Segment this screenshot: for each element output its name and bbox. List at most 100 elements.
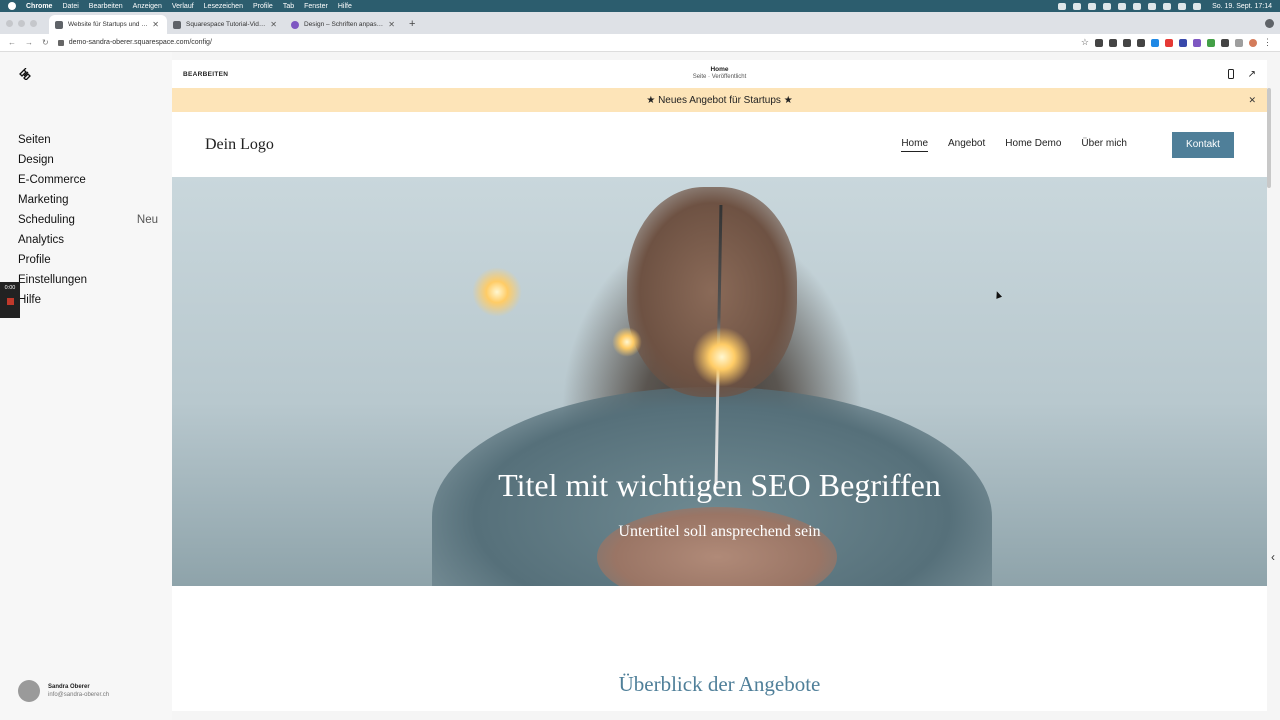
hero-subtitle[interactable]: Untertitel soll ansprechend sein	[172, 523, 1267, 541]
sidebar-nav: Seiten Design E-Commerce Marketing Sched…	[18, 130, 158, 310]
macos-menubar: Chrome Datei Bearbeiten Anzeigen Verlauf…	[0, 0, 1280, 12]
recorder-time: 0:00	[4, 285, 16, 291]
kontakt-button[interactable]: Kontakt	[1172, 131, 1234, 158]
squarespace-logo-icon[interactable]	[18, 68, 32, 80]
gear-icon[interactable]	[1118, 2, 1127, 10]
back-icon[interactable]: ←	[8, 38, 16, 47]
menu-item-profile[interactable]: Profile	[253, 3, 273, 10]
site-header: Dein Logo Home Angebot Home Demo Über mi…	[172, 112, 1267, 177]
extension-icon[interactable]	[1221, 38, 1229, 47]
spark-glow	[472, 267, 522, 317]
sidebar-item-label: Seiten	[18, 134, 51, 146]
extension-icon[interactable]	[1137, 38, 1145, 47]
extension-icon[interactable]	[1123, 38, 1131, 47]
extension-toolbar: ☆ ⋮	[1081, 37, 1272, 48]
apple-icon[interactable]	[8, 2, 16, 10]
menu-item-hilfe[interactable]: Hilfe	[338, 3, 352, 10]
browser-tab-1[interactable]: Website für Startups und KMU ✕	[49, 15, 167, 34]
nav-link-angebot[interactable]: Angebot	[948, 138, 985, 151]
extension-icon[interactable]	[1165, 38, 1173, 47]
reload-icon[interactable]: ↻	[42, 38, 49, 47]
nav-link-home-demo[interactable]: Home Demo	[1005, 138, 1061, 151]
offers-section: Überblick der Angebote	[172, 586, 1267, 711]
stop-record-button[interactable]	[6, 298, 14, 305]
hero-section[interactable]: Titel mit wichtigen SEO Begriffen Untert…	[172, 177, 1267, 586]
menu-app-name[interactable]: Chrome	[26, 3, 52, 10]
new-badge: Neu	[136, 214, 158, 226]
menu-item-tab[interactable]: Tab	[283, 3, 294, 10]
scrollbar[interactable]	[1267, 88, 1271, 188]
extension-icon[interactable]	[1109, 38, 1117, 47]
nav-link-home[interactable]: Home	[901, 138, 929, 152]
user-email: info@sandra-oberer.ch	[48, 692, 110, 698]
announcement-bar[interactable]: ★ Neues Angebot für Startups ★ ✕	[172, 88, 1267, 112]
puzzle-icon[interactable]	[1235, 38, 1243, 47]
mouse-cursor-icon	[993, 290, 1003, 299]
browser-tab-3[interactable]: Design – Schriften anpassen ✕	[285, 15, 403, 34]
sidebar-item-einstellungen[interactable]: Einstellungen	[18, 270, 158, 290]
menu-item-fenster[interactable]: Fenster	[304, 3, 328, 10]
sidebar-item-label: Einstellungen	[18, 274, 88, 286]
menubar-clock[interactable]: So. 19. Sept. 17:14	[1212, 3, 1272, 10]
squarespace-icon	[173, 20, 181, 29]
dropbox-icon[interactable]	[1103, 2, 1112, 10]
sidebar-item-label: Design	[18, 154, 54, 166]
close-icon[interactable]: ✕	[152, 20, 159, 29]
close-icon[interactable]: ✕	[270, 20, 277, 29]
bluetooth-icon[interactable]	[1163, 2, 1172, 10]
extension-icon[interactable]	[1179, 38, 1187, 47]
section-title[interactable]: Überblick der Angebote	[172, 672, 1267, 697]
user-name: Sandra Oberer	[48, 684, 90, 690]
sidebar-item-design[interactable]: Design	[18, 150, 158, 170]
hero-title[interactable]: Titel mit wichtigen SEO Begriffen	[172, 467, 1267, 504]
browser-tabbar: Website für Startups und KMU ✕ Squarespa…	[0, 12, 1280, 34]
extension-icon[interactable]	[1207, 38, 1215, 47]
extension-icon[interactable]	[1095, 38, 1103, 47]
more-menu-icon[interactable]: ⋮	[1263, 37, 1272, 48]
sidebar-item-label: Marketing	[18, 194, 69, 206]
battery-icon[interactable]	[1133, 2, 1142, 10]
close-icon[interactable]: ✕	[388, 20, 395, 29]
tab-search-icon[interactable]	[1265, 18, 1274, 28]
volume-icon[interactable]	[1148, 2, 1157, 10]
sidebar-item-ecommerce[interactable]: E-Commerce	[18, 170, 158, 190]
new-tab-icon[interactable]: +	[409, 15, 415, 34]
page-info: Home Seite · Veröffentlicht	[172, 66, 1267, 80]
squarespace-sidebar: Seiten Design E-Commerce Marketing Sched…	[0, 52, 172, 720]
minimize-window-button[interactable]	[18, 19, 25, 27]
menu-item-bearbeiten[interactable]: Bearbeiten	[89, 3, 123, 10]
user-profile[interactable]: Sandra Oberer info@sandra-oberer.ch	[18, 680, 109, 702]
extension-icon[interactable]	[1193, 38, 1201, 47]
tab-label: Website für Startups und KMU	[68, 21, 149, 28]
sidebar-item-hilfe[interactable]: Hilfe	[18, 290, 158, 310]
sidebar-item-marketing[interactable]: Marketing	[18, 190, 158, 210]
extension-icon[interactable]	[1151, 38, 1159, 47]
profile-avatar-icon[interactable]	[1249, 38, 1257, 47]
wifi-icon[interactable]	[1178, 2, 1187, 10]
lock-icon[interactable]	[57, 39, 64, 46]
search-icon[interactable]	[1193, 2, 1202, 10]
bookmark-star-icon[interactable]: ☆	[1081, 37, 1089, 48]
window-controls	[6, 12, 37, 34]
site-logo[interactable]: Dein Logo	[205, 136, 274, 154]
nav-link-ueber-mich[interactable]: Über mich	[1081, 138, 1127, 151]
menu-item-verlauf[interactable]: Verlauf	[172, 3, 194, 10]
spark-glow	[612, 327, 642, 357]
url-field[interactable]: demo-sandra-oberer.squarespace.com/confi…	[69, 39, 1081, 46]
sidebar-item-analytics[interactable]: Analytics	[18, 230, 158, 250]
forward-icon[interactable]: →	[25, 38, 33, 47]
menu-item-lesezeichen[interactable]: Lesezeichen	[204, 3, 243, 10]
close-window-button[interactable]	[6, 19, 13, 27]
menu-item-datei[interactable]: Datei	[62, 3, 78, 10]
sidebar-item-seiten[interactable]: Seiten	[18, 130, 158, 150]
sidebar-item-scheduling[interactable]: Scheduling Neu	[18, 210, 158, 230]
zoom-window-button[interactable]	[30, 19, 37, 27]
shield-icon[interactable]	[1088, 2, 1097, 10]
chevron-left-icon[interactable]: ‹	[1271, 550, 1275, 564]
screen-icon[interactable]	[1058, 2, 1067, 10]
close-icon[interactable]: ✕	[1248, 95, 1256, 106]
record-icon[interactable]	[1073, 2, 1082, 10]
sidebar-item-profile[interactable]: Profile	[18, 250, 158, 270]
browser-tab-2[interactable]: Squarespace Tutorial-Videos – ✕	[167, 15, 285, 34]
menu-item-anzeigen[interactable]: Anzeigen	[133, 3, 162, 10]
